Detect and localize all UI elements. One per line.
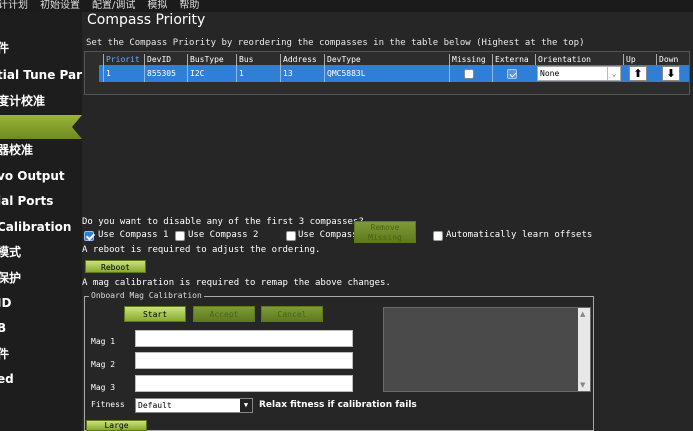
large-vehicle-button[interactable]: Large — [86, 420, 147, 431]
missing-checkbox[interactable] — [464, 69, 474, 79]
compass-panel: Compass Priority Set the Compass Priorit… — [82, 12, 693, 431]
use-compass-2-checkbox[interactable] — [175, 231, 185, 241]
table-row[interactable]: 1 855305 I2C 1 13 QMC5883L None ⌄ ⬆ ⬇ — [99, 65, 689, 82]
chevron-down-icon: ⌄ — [607, 67, 620, 80]
reboot-notice: A reboot is required to adjust the order… — [82, 245, 321, 255]
move-up-button[interactable]: ⬆ — [629, 66, 647, 81]
menu-item-initial-setup[interactable]: 初始设置 — [40, 0, 80, 12]
sidebar-item-servo-output[interactable]: vo Output — [0, 164, 82, 188]
sidebar-item-optional-hardware[interactable]: 件 — [0, 342, 82, 366]
use-compass-1-label: Use Compass 1 — [98, 230, 169, 240]
sidebar: 件 tial Tune Pars 度计校准 器校准 vo Output ial … — [0, 12, 82, 431]
sidebar-item-compass[interactable] — [0, 115, 82, 139]
sidebar-item-advanced[interactable]: ed — [0, 367, 82, 391]
sidebar-item-adsb[interactable]: B — [0, 316, 82, 340]
sidebar-item-radio-calibration[interactable]: 器校准 — [0, 138, 82, 162]
use-compass-2-label: Use Compass 2 — [188, 230, 259, 240]
start-button[interactable]: Start — [124, 306, 186, 322]
auto-learn-checkbox[interactable] — [433, 231, 443, 241]
menu-bar: 计计划 初始设置 配置/调试 模拟 帮助 — [0, 0, 693, 12]
row-header[interactable] — [87, 65, 99, 82]
arrow-down-icon: ⬇ — [666, 67, 676, 80]
onboard-title: Onboard Mag Calibration — [89, 291, 204, 300]
cell-bus: 1 — [236, 65, 280, 82]
arrow-up-icon: ⬆ — [633, 67, 643, 80]
col-bustype[interactable]: BusType — [187, 54, 236, 65]
menu-item-simulation[interactable]: 模拟 — [147, 0, 167, 12]
sidebar-item-hw-id[interactable]: ID — [0, 291, 82, 315]
sidebar-item-initial-tune[interactable]: tial Tune Pars — [0, 63, 82, 87]
cell-external — [492, 65, 535, 82]
sidebar-item-firmware[interactable]: 件 — [0, 36, 82, 60]
col-orientation[interactable]: Orientation — [535, 54, 623, 65]
chevron-down-icon: ▼ — [240, 399, 252, 412]
reboot-button[interactable]: Reboot — [85, 260, 146, 273]
move-down-button[interactable]: ⬇ — [662, 66, 680, 81]
menu-item-config-tuning[interactable]: 配置/调试 — [92, 0, 135, 12]
col-priority[interactable]: Priorit — [103, 54, 144, 65]
compass-table: Priorit DevID BusType Bus Address DevTyp… — [84, 51, 690, 95]
fitness-value: Default — [138, 401, 172, 410]
scroll-up-icon[interactable]: ▲ — [580, 310, 585, 318]
use-compass-3-checkbox[interactable] — [286, 231, 296, 241]
mag-cal-notice: A mag calibration is required to remap t… — [82, 278, 391, 288]
col-external[interactable]: Externa — [492, 54, 535, 65]
cell-priority: 1 — [103, 65, 144, 82]
calibration-log[interactable]: ▲ ▼ — [383, 307, 591, 392]
external-checkbox[interactable] — [507, 69, 517, 79]
col-bus[interactable]: Bus — [236, 54, 280, 65]
col-up[interactable]: Up — [623, 54, 656, 65]
mag1-progress — [135, 330, 353, 347]
remove-missing-button[interactable]: Remove Missing — [354, 221, 416, 243]
log-scrollbar[interactable]: ▲ ▼ — [578, 308, 590, 391]
relax-fitness-label: Relax fitness if calibration fails — [259, 400, 417, 410]
sidebar-item-failsafe[interactable]: 保护 — [0, 266, 82, 290]
mag1-label: Mag 1 — [91, 337, 116, 346]
sidebar-item-flight-modes[interactable]: 模式 — [0, 240, 82, 264]
col-devid[interactable]: DevID — [144, 54, 187, 65]
fitness-label: Fitness — [91, 400, 125, 409]
cell-address: 13 — [280, 65, 324, 82]
cell-devid: 855305 — [144, 65, 187, 82]
orientation-select[interactable]: None ⌄ — [537, 66, 621, 81]
scroll-down-icon[interactable]: ▼ — [580, 381, 585, 389]
use-compass-1-checkbox[interactable] — [84, 231, 94, 241]
disable-question: Do you want to disable any of the first … — [82, 217, 364, 227]
mag3-label: Mag 3 — [91, 383, 116, 392]
col-address[interactable]: Address — [280, 54, 324, 65]
cell-bustype: I2C — [187, 65, 236, 82]
sidebar-item-esc-calibration[interactable]: Calibration — [0, 215, 82, 239]
orientation-value: None — [540, 69, 560, 78]
page-title: Compass Priority — [87, 12, 206, 28]
cell-missing — [449, 65, 492, 82]
cell-devtype: QMC5883L — [324, 65, 449, 82]
onboard-mag-calibration: Onboard Mag Calibration Start Accept Can… — [84, 291, 594, 431]
col-devtype[interactable]: DevType — [324, 54, 449, 65]
menu-item-plan[interactable]: 计计划 — [0, 0, 28, 12]
col-missing[interactable]: Missing — [449, 54, 492, 65]
auto-learn-label: Automatically learn offsets — [446, 230, 593, 240]
mag2-progress — [135, 352, 353, 369]
fitness-select[interactable]: Default ▼ — [135, 398, 253, 413]
priority-description: Set the Compass Priority by reordering t… — [86, 38, 585, 48]
cancel-button[interactable]: Cancel — [261, 306, 323, 322]
menu-item-help[interactable]: 帮助 — [179, 0, 199, 12]
mag2-label: Mag 2 — [91, 360, 116, 369]
sidebar-item-serial-ports[interactable]: ial Ports — [0, 189, 82, 213]
mag3-progress — [135, 375, 353, 392]
col-down[interactable]: Down — [656, 54, 689, 65]
sidebar-item-accel-calibration[interactable]: 度计校准 — [0, 89, 82, 113]
accept-button[interactable]: Accept — [193, 306, 255, 322]
